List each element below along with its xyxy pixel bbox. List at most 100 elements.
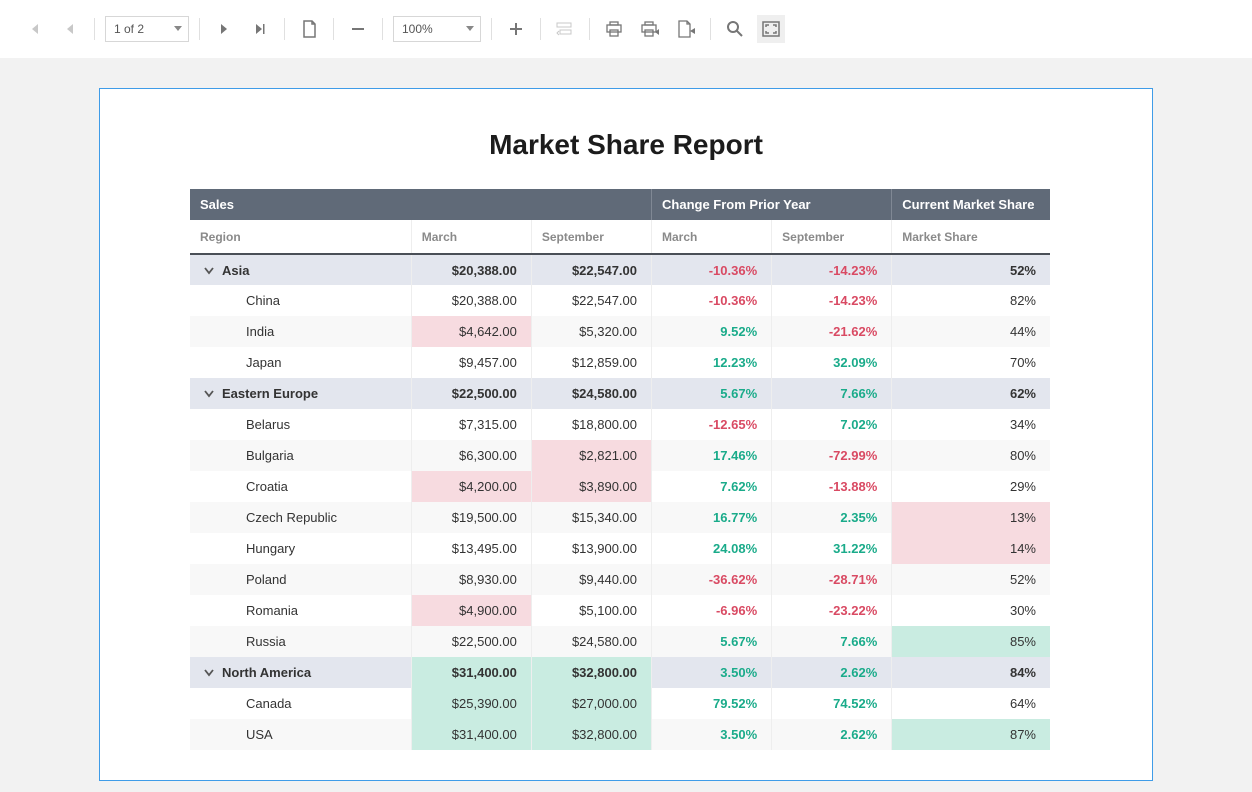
- market-share-cell: 80%: [892, 440, 1050, 471]
- group-row: Asia$20,388.00$22,547.00-10.36%-14.23%52…: [190, 254, 1050, 285]
- sales-march-cell: $31,400.00: [411, 657, 531, 688]
- market-share-cell: 52%: [892, 254, 1050, 285]
- region-label: Asia: [222, 263, 249, 278]
- change-march-cell: -6.96%: [652, 595, 772, 626]
- region-cell: Croatia: [190, 471, 411, 502]
- change-march-cell: 7.62%: [652, 471, 772, 502]
- region-label: USA: [246, 727, 273, 742]
- toolbar-separator: [710, 18, 711, 40]
- back-to-parent-button[interactable]: [551, 15, 579, 43]
- group-row: Eastern Europe$22,500.00$24,580.005.67%7…: [190, 378, 1050, 409]
- market-share-cell: 82%: [892, 285, 1050, 316]
- prev-page-button[interactable]: [56, 15, 84, 43]
- sales-september-cell: $27,000.00: [531, 688, 651, 719]
- last-page-button[interactable]: [246, 15, 274, 43]
- sales-september-cell: $13,900.00: [531, 533, 651, 564]
- sales-march-cell: $4,200.00: [411, 471, 531, 502]
- toolbar-separator: [333, 18, 334, 40]
- region-label: Czech Republic: [246, 510, 337, 525]
- toolbar-separator: [199, 18, 200, 40]
- table-row: Croatia $4,200.00$3,890.007.62%-13.88%29%: [190, 471, 1050, 502]
- col-september: September: [531, 220, 651, 254]
- sales-march-cell: $20,388.00: [411, 285, 531, 316]
- sales-september-cell: $5,100.00: [531, 595, 651, 626]
- next-page-button[interactable]: [210, 15, 238, 43]
- region-cell: Romania: [190, 595, 411, 626]
- toolbar-separator: [589, 18, 590, 40]
- change-march-cell: 9.52%: [652, 316, 772, 347]
- zoom-selector[interactable]: 100%: [393, 16, 481, 42]
- region-label: Croatia: [246, 479, 288, 494]
- sales-september-cell: $3,890.00: [531, 471, 651, 502]
- header-change: Change From Prior Year: [652, 189, 892, 220]
- market-share-cell: 44%: [892, 316, 1050, 347]
- page-selector[interactable]: 1 of 2: [105, 16, 189, 42]
- region-cell[interactable]: Eastern Europe: [190, 378, 411, 409]
- print-layout-button[interactable]: [636, 15, 664, 43]
- export-button[interactable]: [672, 15, 700, 43]
- region-cell: Poland: [190, 564, 411, 595]
- page-layout-button[interactable]: [295, 15, 323, 43]
- sales-march-cell: $22,500.00: [411, 626, 531, 657]
- region-cell: USA: [190, 719, 411, 750]
- change-march-cell: 24.08%: [652, 533, 772, 564]
- first-page-button[interactable]: [20, 15, 48, 43]
- region-label: Poland: [246, 572, 286, 587]
- region-cell: Czech Republic: [190, 502, 411, 533]
- zoom-in-button[interactable]: [502, 15, 530, 43]
- toolbar-separator: [491, 18, 492, 40]
- table-row: Canada$25,390.00$27,000.0079.52%74.52%64…: [190, 688, 1050, 719]
- sales-september-cell: $22,547.00: [531, 285, 651, 316]
- change-september-cell: 74.52%: [772, 688, 892, 719]
- sales-march-cell: $20,388.00: [411, 254, 531, 285]
- change-march-cell: 3.50%: [652, 719, 772, 750]
- table-row: Belarus$7,315.00$18,800.00-12.65%7.02%34…: [190, 409, 1050, 440]
- sales-march-cell: $8,930.00: [411, 564, 531, 595]
- table-row: Hungary$13,495.00$13,900.0024.08%31.22%1…: [190, 533, 1050, 564]
- market-share-cell: 29%: [892, 471, 1050, 502]
- change-march-cell: 79.52%: [652, 688, 772, 719]
- search-button[interactable]: [721, 15, 749, 43]
- sales-march-cell: $7,315.00: [411, 409, 531, 440]
- change-september-cell: 31.22%: [772, 533, 892, 564]
- change-september-cell: 2.62%: [772, 719, 892, 750]
- zoom-out-button[interactable]: [344, 15, 372, 43]
- fullscreen-button[interactable]: [757, 15, 785, 43]
- market-share-cell: 70%: [892, 347, 1050, 378]
- change-march-cell: 5.67%: [652, 626, 772, 657]
- market-share-cell: 52%: [892, 564, 1050, 595]
- change-march-cell: -12.65%: [652, 409, 772, 440]
- table-row: Bulgaria$6,300.00$2,821.0017.46%-72.99%8…: [190, 440, 1050, 471]
- region-cell[interactable]: North America: [190, 657, 411, 688]
- group-row: North America$31,400.00$32,800.003.50%2.…: [190, 657, 1050, 688]
- sales-march-cell: $19,500.00: [411, 502, 531, 533]
- report-table: Sales Change From Prior Year Current Mar…: [190, 189, 1050, 750]
- sales-september-cell: $32,800.00: [531, 657, 651, 688]
- sales-march-cell: $6,300.00: [411, 440, 531, 471]
- change-march-cell: 12.23%: [652, 347, 772, 378]
- change-september-cell: 7.02%: [772, 409, 892, 440]
- change-september-cell: -13.88%: [772, 471, 892, 502]
- table-row: Czech Republic$19,500.00$15,340.0016.77%…: [190, 502, 1050, 533]
- sales-september-cell: $22,547.00: [531, 254, 651, 285]
- toolbar-separator: [94, 18, 95, 40]
- toolbar-separator: [382, 18, 383, 40]
- market-share-cell: 14%: [892, 533, 1050, 564]
- market-share-cell: 87%: [892, 719, 1050, 750]
- change-march-cell: -36.62%: [652, 564, 772, 595]
- region-cell[interactable]: Asia: [190, 254, 411, 285]
- chevron-down-icon: [204, 669, 214, 677]
- change-september-cell: -72.99%: [772, 440, 892, 471]
- region-cell: Japan: [190, 347, 411, 378]
- sales-september-cell: $9,440.00: [531, 564, 651, 595]
- region-cell: Bulgaria: [190, 440, 411, 471]
- region-cell: Canada: [190, 688, 411, 719]
- table-row: Poland$8,930.00$9,440.00-36.62%-28.71%52…: [190, 564, 1050, 595]
- document-viewport: Market Share Report Sales Change From Pr…: [0, 58, 1252, 781]
- change-september-cell: 7.66%: [772, 626, 892, 657]
- print-button[interactable]: [600, 15, 628, 43]
- sales-september-cell: $24,580.00: [531, 378, 651, 409]
- sales-september-cell: $12,859.00: [531, 347, 651, 378]
- change-march-cell: 5.67%: [652, 378, 772, 409]
- market-share-cell: 84%: [892, 657, 1050, 688]
